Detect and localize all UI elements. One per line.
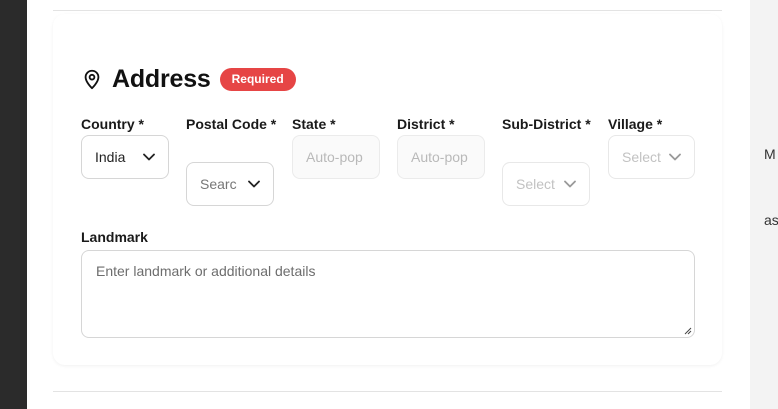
landmark-placeholder: Enter landmark or additional details xyxy=(96,263,316,279)
landmark-textarea[interactable]: Enter landmark or additional details xyxy=(81,250,695,338)
district-label: District * xyxy=(397,116,455,132)
background-text-fragment: as xyxy=(764,212,778,228)
village-field: Village * Select xyxy=(608,115,698,179)
state-label: State * xyxy=(292,116,336,132)
country-label: Country * xyxy=(81,116,144,132)
map-pin-icon xyxy=(84,69,100,90)
country-value: India xyxy=(95,149,126,165)
chevron-down-icon xyxy=(138,146,160,168)
modal-panel: Address Required Country * India Postal … xyxy=(27,0,750,409)
chevron-down-icon xyxy=(243,173,265,195)
resize-grip-icon[interactable] xyxy=(684,327,692,335)
state-input[interactable]: Auto-pop xyxy=(292,135,380,179)
landmark-label: Landmark xyxy=(81,229,148,245)
postal-code-select[interactable]: Searc xyxy=(186,162,274,206)
chevron-down-icon xyxy=(559,173,581,195)
state-value: Auto-pop xyxy=(306,149,363,165)
section-header: Address Required xyxy=(81,64,296,94)
district-field: District * Auto-pop xyxy=(397,115,487,179)
background-text-fragment: M xyxy=(764,146,776,162)
postal-code-label: Postal Code * xyxy=(186,116,277,132)
country-select[interactable]: India xyxy=(81,135,169,179)
sub-district-field: Sub-District * Select xyxy=(502,115,598,206)
village-value: Select xyxy=(622,149,661,165)
divider-bottom xyxy=(53,391,722,392)
district-input[interactable]: Auto-pop xyxy=(397,135,485,179)
district-value: Auto-pop xyxy=(411,149,468,165)
postal-code-field: Postal Code * Searc xyxy=(186,115,282,206)
state-field: State * Auto-pop xyxy=(292,115,382,179)
village-select[interactable]: Select xyxy=(608,135,695,179)
chevron-down-icon xyxy=(664,146,686,168)
divider-top xyxy=(53,10,722,11)
sub-district-label: Sub-District * xyxy=(502,116,591,132)
section-title: Address xyxy=(112,64,211,93)
background-page: M as xyxy=(750,0,778,409)
postal-code-value: Searc xyxy=(200,176,237,192)
required-badge: Required xyxy=(219,67,296,91)
village-label: Village * xyxy=(608,116,663,132)
sub-district-select[interactable]: Select xyxy=(502,162,590,206)
sub-district-value: Select xyxy=(516,176,555,192)
country-field: Country * India xyxy=(81,115,171,179)
